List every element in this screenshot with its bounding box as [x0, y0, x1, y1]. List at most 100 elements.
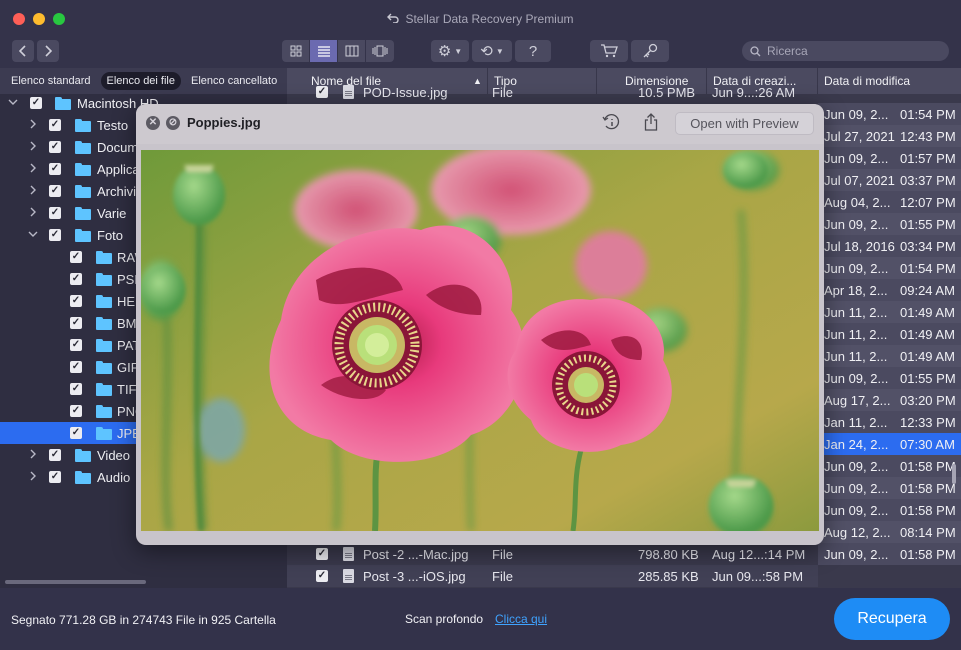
row-checkbox[interactable]: ✓ — [316, 570, 328, 582]
modified-date-cell[interactable]: Jun 09, 2... 01:58 PM — [818, 477, 961, 499]
tree-checkbox[interactable]: ✓ — [49, 185, 61, 197]
tree-checkbox[interactable]: ✓ — [70, 273, 82, 285]
modified-date: Jun 09, 2... — [824, 107, 889, 122]
minimize-icon[interactable]: ⊘ — [166, 116, 180, 130]
history-button[interactable]: ⟲ ▼ — [472, 40, 512, 62]
modified-date-cell[interactable]: Jun 11, 2... 01:49 AM — [818, 345, 961, 367]
tree-checkbox[interactable]: ✓ — [49, 119, 61, 131]
modified-date-cell[interactable]: Jan 11, 2... 12:33 PM — [818, 411, 961, 433]
file-type: File — [492, 569, 513, 584]
activate-key-button[interactable] — [631, 40, 669, 62]
chevron-right-icon[interactable] — [28, 185, 38, 198]
row-checkbox[interactable]: ✓ — [316, 86, 328, 98]
grid-view-button[interactable] — [282, 40, 309, 62]
folder-icon — [96, 426, 112, 440]
file-icon — [343, 547, 354, 561]
file-created: Jun 09...:58 PM — [712, 569, 804, 584]
modified-time: 01:58 PM — [900, 547, 956, 562]
modified-date-cell[interactable]: Jul 27, 2021 12:43 PM — [818, 125, 961, 147]
tree-checkbox[interactable]: ✓ — [70, 339, 82, 351]
tab-standard-list[interactable]: Elenco standard — [5, 72, 97, 90]
modified-date: Aug 12, 2... — [824, 525, 891, 540]
table-row[interactable]: ✓ Post -2 ...-Mac.jpg File 798.80 KB Aug… — [287, 543, 818, 565]
tree-checkbox[interactable]: ✓ — [49, 471, 61, 483]
modified-date-cell[interactable]: Jun 09, 2... 01:55 PM — [818, 213, 961, 235]
tree-checkbox[interactable]: ✓ — [70, 317, 82, 329]
title-bar: Stellar Data Recovery Premium — [0, 0, 961, 36]
modified-date-cell[interactable]: Aug 12, 2... 08:14 PM — [818, 521, 961, 543]
chevron-right-icon[interactable] — [28, 471, 38, 484]
tab-file-list[interactable]: Elenco dei file — [100, 72, 181, 90]
modified-date: Jul 07, 2021 — [824, 173, 895, 188]
search-input[interactable] — [767, 44, 937, 58]
list-view-button[interactable] — [310, 40, 337, 62]
modified-time: 01:55 PM — [900, 371, 956, 386]
modified-date-cell[interactable]: Aug 17, 2... 03:20 PM — [818, 389, 961, 411]
chevron-down-icon[interactable] — [28, 229, 38, 241]
forward-button[interactable] — [37, 40, 59, 62]
modified-date-cell[interactable]: Jun 09, 2... 01:58 PM — [818, 455, 961, 477]
vertical-scrollbar[interactable] — [952, 464, 956, 484]
tree-checkbox[interactable]: ✓ — [49, 229, 61, 241]
deep-scan-link[interactable]: Clicca qui — [495, 612, 547, 626]
modified-date-cell[interactable]: Jun 11, 2... 01:49 AM — [818, 323, 961, 345]
search-box[interactable] — [742, 41, 949, 61]
cover-flow-icon — [372, 45, 388, 57]
table-row[interactable]: ✓ Post -3 ...-iOS.jpg File 285.85 KB Jun… — [287, 565, 818, 587]
modified-date-cell[interactable]: Aug 04, 2... 12:07 PM — [818, 191, 961, 213]
tree-checkbox[interactable]: ✓ — [70, 405, 82, 417]
tree-checkbox[interactable]: ✓ — [70, 295, 82, 307]
tree-checkbox[interactable]: ✓ — [70, 427, 82, 439]
recover-button[interactable]: Recupera — [834, 598, 950, 640]
chevron-right-icon[interactable] — [28, 207, 38, 220]
modified-time: 01:54 PM — [900, 107, 956, 122]
tree-checkbox[interactable]: ✓ — [49, 163, 61, 175]
share-icon[interactable] — [644, 113, 658, 136]
tree-checkbox[interactable]: ✓ — [70, 251, 82, 263]
modified-date-cell[interactable]: Jul 07, 2021 03:37 PM — [818, 169, 961, 191]
chevron-down-icon[interactable] — [8, 97, 18, 109]
chevron-left-icon — [19, 45, 26, 57]
tree-checkbox[interactable]: ✓ — [49, 141, 61, 153]
tree-checkbox[interactable]: ✓ — [70, 383, 82, 395]
modified-date-cell[interactable]: Jun 11, 2... 01:49 AM — [818, 301, 961, 323]
info-rotate-icon[interactable] — [602, 113, 620, 136]
preview-filename: Poppies.jpg — [187, 115, 261, 130]
tree-checkbox[interactable]: ✓ — [49, 207, 61, 219]
cart-button[interactable] — [590, 40, 628, 62]
chevron-right-icon[interactable] — [28, 141, 38, 154]
back-button[interactable] — [12, 40, 34, 62]
modified-date-cell[interactable]: Jan 24, 2... 07:30 AM — [818, 433, 961, 455]
modified-date-cell[interactable]: Jun 09, 2... 01:58 PM — [818, 543, 961, 565]
column-view-button[interactable] — [338, 40, 365, 62]
close-icon[interactable]: ✕ — [146, 116, 160, 130]
modified-date: Jun 09, 2... — [824, 459, 889, 474]
folder-icon — [75, 470, 91, 484]
help-button[interactable]: ? — [515, 40, 551, 62]
modified-date-cell[interactable]: Jun 09, 2... 01:54 PM — [818, 257, 961, 279]
cover-flow-button[interactable] — [366, 40, 394, 62]
settings-button[interactable]: ⚙ ▼ — [431, 40, 469, 62]
poppies-image — [141, 150, 819, 531]
tree-checkbox[interactable]: ✓ — [30, 97, 42, 109]
modified-date-cell[interactable]: Jul 18, 2016 03:34 PM — [818, 235, 961, 257]
modified-date-cell[interactable]: Jun 09, 2... 01:55 PM — [818, 367, 961, 389]
modified-date: Jun 11, 2... — [824, 327, 888, 342]
open-with-preview-button[interactable]: Open with Preview — [675, 112, 814, 135]
row-checkbox[interactable]: ✓ — [316, 548, 328, 560]
modified-date-cell[interactable]: Apr 18, 2... 09:24 AM — [818, 279, 961, 301]
modified-date: Apr 18, 2... — [824, 283, 888, 298]
modified-time: 01:49 AM — [900, 349, 955, 364]
chevron-right-icon[interactable] — [28, 449, 38, 462]
modified-date-cell[interactable]: Jun 09, 2... 01:54 PM — [818, 103, 961, 125]
tree-item-label: Testo — [97, 117, 129, 133]
modified-date-cell[interactable]: Jun 09, 2... 01:58 PM — [818, 499, 961, 521]
modified-date-cell[interactable]: Jun 09, 2... 01:57 PM — [818, 147, 961, 169]
tab-deleted-list[interactable]: Elenco cancellato — [185, 72, 283, 90]
chevron-right-icon[interactable] — [28, 163, 38, 176]
chevron-right-icon[interactable] — [28, 119, 38, 132]
horizontal-scrollbar[interactable] — [5, 580, 146, 584]
tree-checkbox[interactable]: ✓ — [49, 449, 61, 461]
tree-checkbox[interactable]: ✓ — [70, 361, 82, 373]
table-row[interactable]: ✓ POD-Issue.jpg File 10.5 PMB Jun 9...:2… — [287, 81, 961, 103]
